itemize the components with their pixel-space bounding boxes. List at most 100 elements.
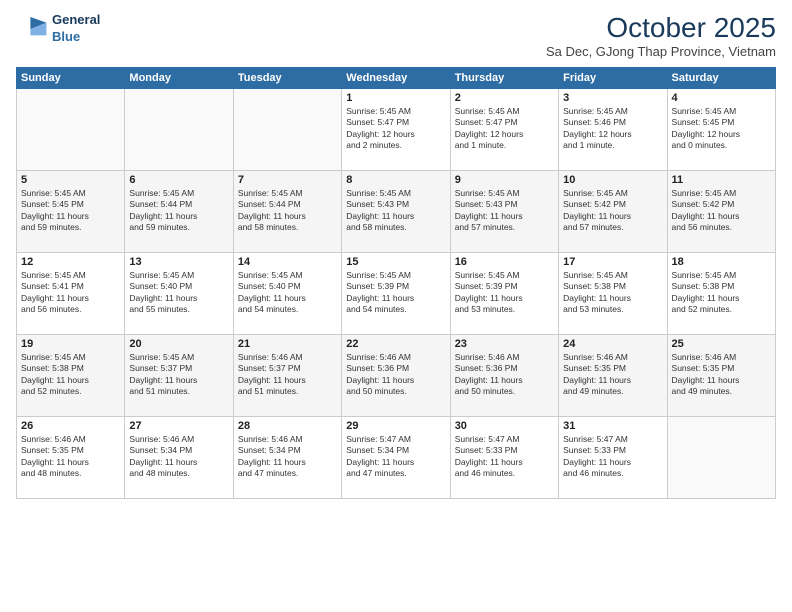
calendar-cell: 31Sunrise: 5:47 AMSunset: 5:33 PMDayligh…: [559, 417, 667, 499]
calendar-cell: 10Sunrise: 5:45 AMSunset: 5:42 PMDayligh…: [559, 171, 667, 253]
calendar-cell: [17, 89, 125, 171]
weekday-header-tuesday: Tuesday: [233, 68, 341, 89]
calendar-cell: 26 Sunrise: 5:46 AMSunset: 5:35 PMDayligh…: [17, 417, 125, 499]
day-info: Sunrise: 5:45 AMSunset: 5:43 PMDaylight:…: [346, 188, 445, 234]
day-number: 13: [129, 256, 228, 268]
day-info: Sunrise: 5:45 AMSunset: 5:39 PMDaylight:…: [346, 270, 445, 316]
calendar-cell: 23Sunrise: 5:46 AMSunset: 5:36 PMDayligh…: [450, 335, 558, 417]
calendar-cell: 1 Sunrise: 5:45 AMSunset: 5:47 PMDaylight…: [342, 89, 450, 171]
day-info: Sunrise: 5:46 AMSunset: 5:34 PMDaylight:…: [129, 434, 228, 480]
day-info: Sunrise: 5:46 AMSunset: 5:34 PMDaylight:…: [238, 434, 337, 480]
day-number: 1: [346, 92, 445, 104]
month-title: October 2025: [546, 12, 776, 44]
day-info: Sunrise: 5:45 AMSunset: 5:39 PMDaylight:…: [455, 270, 554, 316]
calendar-cell: 7Sunrise: 5:45 AMSunset: 5:44 PMDaylight…: [233, 171, 341, 253]
day-number: 21: [238, 338, 337, 350]
calendar-cell: 25 Sunrise: 5:46 AMSunset: 5:35 PMDayligh…: [667, 335, 775, 417]
day-number: 4: [672, 92, 771, 104]
day-info: Sunrise: 5:47 AMSunset: 5:34 PMDaylight:…: [346, 434, 445, 480]
day-info: Sunrise: 5:47 AMSunset: 5:33 PMDaylight:…: [455, 434, 554, 480]
day-number: 2: [455, 92, 554, 104]
calendar-cell: [667, 417, 775, 499]
day-number: 24: [563, 338, 662, 350]
day-info: Sunrise: 5:45 AMSunset: 5:45 PMDaylight:…: [21, 188, 120, 234]
subtitle: Sa Dec, GJong Thap Province, Vietnam: [546, 44, 776, 59]
weekday-header-monday: Monday: [125, 68, 233, 89]
calendar-cell: 28 Sunrise: 5:46 AMSunset: 5:34 PMDayligh…: [233, 417, 341, 499]
day-number: 17: [563, 256, 662, 268]
day-number: 7: [238, 174, 337, 186]
day-number: 15: [346, 256, 445, 268]
title-block: October 2025 Sa Dec, GJong Thap Province…: [546, 12, 776, 59]
weekday-header-saturday: Saturday: [667, 68, 775, 89]
day-number: 30: [455, 420, 554, 432]
calendar-cell: 3 Sunrise: 5:45 AMSunset: 5:46 PMDaylight…: [559, 89, 667, 171]
calendar-cell: 9 Sunrise: 5:45 AMSunset: 5:43 PMDaylight…: [450, 171, 558, 253]
week-row-3: 19 Sunrise: 5:45 AMSunset: 5:38 PMDayligh…: [17, 335, 776, 417]
day-number: 25: [672, 338, 771, 350]
week-row-2: 12Sunrise: 5:45 AMSunset: 5:41 PMDayligh…: [17, 253, 776, 335]
calendar-cell: 15 Sunrise: 5:45 AMSunset: 5:39 PMDayligh…: [342, 253, 450, 335]
calendar-cell: 30 Sunrise: 5:47 AMSunset: 5:33 PMDayligh…: [450, 417, 558, 499]
day-number: 9: [455, 174, 554, 186]
day-info: Sunrise: 5:45 AMSunset: 5:40 PMDaylight:…: [129, 270, 228, 316]
weekday-header-row: SundayMondayTuesdayWednesdayThursdayFrid…: [17, 68, 776, 89]
calendar-cell: 2 Sunrise: 5:45 AMSunset: 5:47 PMDaylight…: [450, 89, 558, 171]
day-info: Sunrise: 5:45 AMSunset: 5:45 PMDaylight:…: [672, 106, 771, 152]
day-info: Sunrise: 5:45 AMSunset: 5:38 PMDaylight:…: [672, 270, 771, 316]
calendar-cell: 29 Sunrise: 5:47 AMSunset: 5:34 PMDayligh…: [342, 417, 450, 499]
day-info: Sunrise: 5:45 AMSunset: 5:47 PMDaylight:…: [346, 106, 445, 152]
calendar-cell: 17 Sunrise: 5:45 AMSunset: 5:38 PMDayligh…: [559, 253, 667, 335]
day-info: Sunrise: 5:45 AMSunset: 5:43 PMDaylight:…: [455, 188, 554, 234]
page: General Blue October 2025 Sa Dec, GJong …: [0, 0, 792, 612]
calendar-cell: 24Sunrise: 5:46 AMSunset: 5:35 PMDayligh…: [559, 335, 667, 417]
logo-icon: [16, 13, 48, 45]
day-number: 11: [672, 174, 771, 186]
calendar-cell: 6Sunrise: 5:45 AMSunset: 5:44 PMDaylight…: [125, 171, 233, 253]
day-number: 28: [238, 420, 337, 432]
day-info: Sunrise: 5:45 AMSunset: 5:46 PMDaylight:…: [563, 106, 662, 152]
day-info: Sunrise: 5:46 AMSunset: 5:35 PMDaylight:…: [21, 434, 120, 480]
day-info: Sunrise: 5:45 AMSunset: 5:41 PMDaylight:…: [21, 270, 120, 316]
calendar-cell: 13 Sunrise: 5:45 AMSunset: 5:40 PMDayligh…: [125, 253, 233, 335]
weekday-header-thursday: Thursday: [450, 68, 558, 89]
calendar-cell: 5 Sunrise: 5:45 AMSunset: 5:45 PMDaylight…: [17, 171, 125, 253]
calendar-cell: 18 Sunrise: 5:45 AMSunset: 5:38 PMDayligh…: [667, 253, 775, 335]
day-number: 20: [129, 338, 228, 350]
calendar-cell: 8Sunrise: 5:45 AMSunset: 5:43 PMDaylight…: [342, 171, 450, 253]
calendar-cell: 19 Sunrise: 5:45 AMSunset: 5:38 PMDayligh…: [17, 335, 125, 417]
week-row-1: 5 Sunrise: 5:45 AMSunset: 5:45 PMDaylight…: [17, 171, 776, 253]
day-number: 16: [455, 256, 554, 268]
day-info: Sunrise: 5:46 AMSunset: 5:35 PMDaylight:…: [672, 352, 771, 398]
calendar-cell: 4 Sunrise: 5:45 AMSunset: 5:45 PMDaylight…: [667, 89, 775, 171]
calendar-table: SundayMondayTuesdayWednesdayThursdayFrid…: [16, 67, 776, 499]
weekday-header-sunday: Sunday: [17, 68, 125, 89]
day-info: Sunrise: 5:46 AMSunset: 5:36 PMDaylight:…: [455, 352, 554, 398]
day-number: 19: [21, 338, 120, 350]
calendar-cell: 22 Sunrise: 5:46 AMSunset: 5:36 PMDayligh…: [342, 335, 450, 417]
day-info: Sunrise: 5:45 AMSunset: 5:37 PMDaylight:…: [129, 352, 228, 398]
day-number: 22: [346, 338, 445, 350]
logo-text: General Blue: [52, 12, 100, 46]
day-number: 18: [672, 256, 771, 268]
day-info: Sunrise: 5:45 AMSunset: 5:47 PMDaylight:…: [455, 106, 554, 152]
day-number: 5: [21, 174, 120, 186]
day-info: Sunrise: 5:45 AMSunset: 5:38 PMDaylight:…: [21, 352, 120, 398]
day-info: Sunrise: 5:45 AMSunset: 5:42 PMDaylight:…: [672, 188, 771, 234]
day-info: Sunrise: 5:45 AMSunset: 5:42 PMDaylight:…: [563, 188, 662, 234]
day-info: Sunrise: 5:45 AMSunset: 5:38 PMDaylight:…: [563, 270, 662, 316]
calendar-cell: [125, 89, 233, 171]
calendar-cell: 16 Sunrise: 5:45 AMSunset: 5:39 PMDayligh…: [450, 253, 558, 335]
day-number: 27: [129, 420, 228, 432]
day-info: Sunrise: 5:46 AMSunset: 5:36 PMDaylight:…: [346, 352, 445, 398]
header: General Blue October 2025 Sa Dec, GJong …: [16, 12, 776, 59]
day-number: 26: [21, 420, 120, 432]
day-number: 3: [563, 92, 662, 104]
day-number: 29: [346, 420, 445, 432]
calendar-cell: 20 Sunrise: 5:45 AMSunset: 5:37 PMDayligh…: [125, 335, 233, 417]
day-number: 14: [238, 256, 337, 268]
calendar-cell: 14Sunrise: 5:45 AMSunset: 5:40 PMDayligh…: [233, 253, 341, 335]
day-number: 6: [129, 174, 228, 186]
calendar-cell: [233, 89, 341, 171]
calendar-cell: 11 Sunrise: 5:45 AMSunset: 5:42 PMDayligh…: [667, 171, 775, 253]
